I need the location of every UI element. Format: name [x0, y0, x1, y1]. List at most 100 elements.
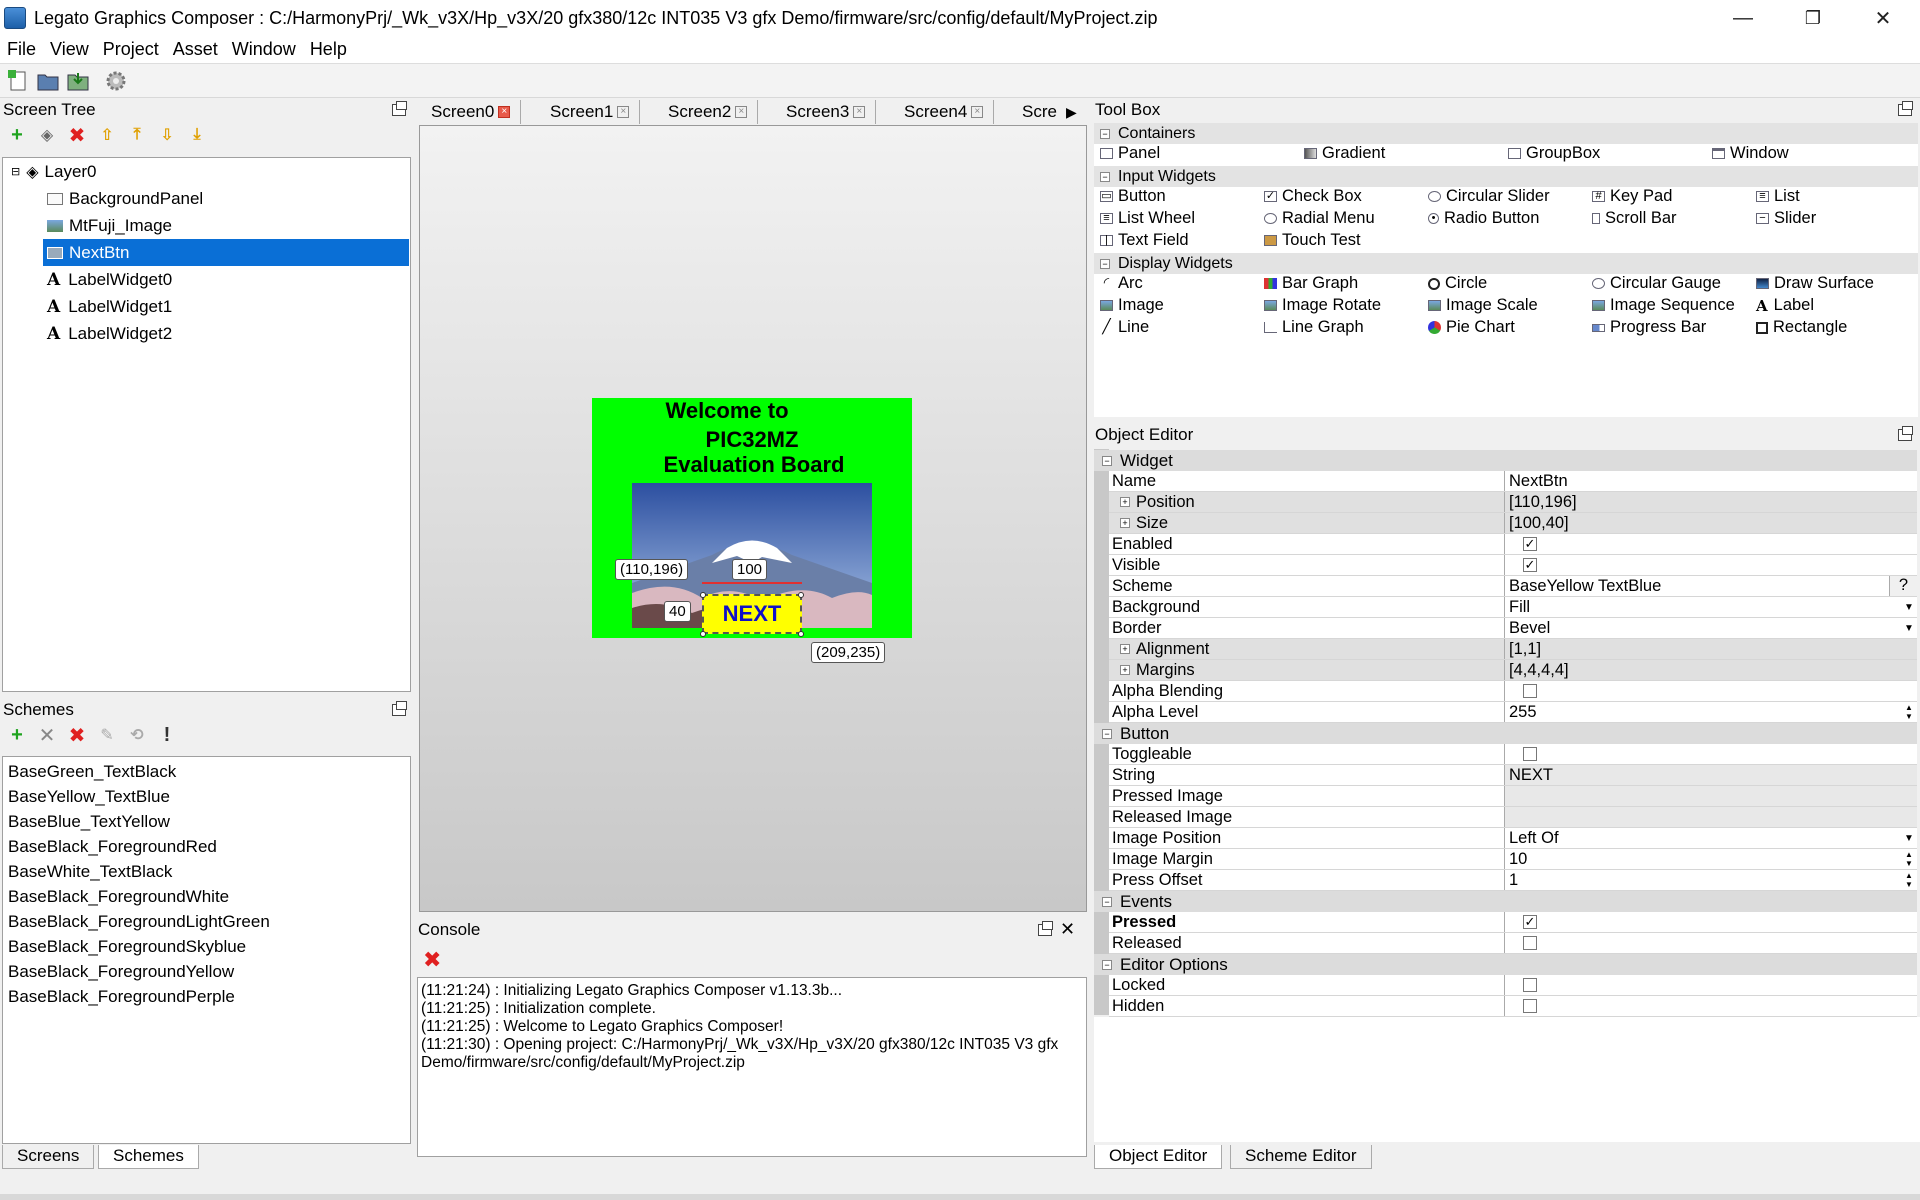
- released-event-checkbox[interactable]: [1523, 936, 1537, 950]
- tool-groupbox[interactable]: GroupBox: [1508, 144, 1600, 163]
- menu-file[interactable]: File: [0, 39, 43, 60]
- tool-progress-bar[interactable]: Progress Bar: [1592, 318, 1706, 337]
- resize-handle[interactable]: [700, 592, 706, 598]
- collapse-icon[interactable]: −: [1102, 455, 1112, 466]
- close-tab-icon[interactable]: ×: [617, 106, 630, 118]
- float-panel-icon[interactable]: [392, 701, 407, 716]
- pressed-event-checkbox[interactable]: ✓: [1523, 915, 1537, 929]
- scheme-item[interactable]: BaseWhite_TextBlack: [3, 859, 410, 884]
- move-top-icon[interactable]: ⤒: [126, 126, 148, 144]
- float-panel-icon[interactable]: [392, 101, 407, 116]
- tool-radio-button[interactable]: • Radio Button: [1428, 209, 1539, 228]
- collapse-icon[interactable]: −: [1102, 728, 1112, 739]
- tab-screen1[interactable]: Screen1 ×: [540, 100, 641, 124]
- scheme-item[interactable]: BaseBlack_ForegroundYellow: [3, 959, 410, 984]
- collapse-icon[interactable]: −: [1102, 959, 1112, 970]
- tab-screen5[interactable]: Scre: [1012, 100, 1067, 124]
- tool-text-field[interactable]: | Text Field: [1100, 231, 1189, 250]
- new-project-icon[interactable]: [6, 69, 30, 93]
- menu-window[interactable]: Window: [225, 39, 303, 60]
- open-project-icon[interactable]: [36, 69, 60, 93]
- tree-item-selected[interactable]: NextBtn: [43, 239, 409, 266]
- scheme-item[interactable]: BaseBlack_ForegroundWhite: [3, 884, 410, 909]
- tree-item[interactable]: A LabelWidget0: [3, 266, 410, 293]
- tool-panel[interactable]: Panel: [1100, 144, 1160, 163]
- tree-item[interactable]: BackgroundPanel: [3, 185, 410, 212]
- label-widget-1[interactable]: PIC32MZ: [592, 428, 912, 452]
- section-input-widgets[interactable]: − Input Widgets: [1094, 166, 1918, 187]
- dropdown-arrow-icon[interactable]: ▼: [1901, 623, 1917, 634]
- collapse-icon[interactable]: −: [1100, 171, 1110, 182]
- minimize-button[interactable]: —: [1708, 0, 1778, 36]
- section-display-widgets[interactable]: − Display Widgets: [1094, 253, 1918, 274]
- tab-scheme-editor[interactable]: Scheme Editor: [1230, 1145, 1372, 1169]
- enabled-checkbox[interactable]: ✓: [1523, 537, 1537, 551]
- background-select[interactable]: Fill: [1509, 598, 1530, 617]
- section-editor-options[interactable]: − Editor Options: [1094, 954, 1917, 975]
- move-up-icon[interactable]: ⇧: [96, 125, 118, 145]
- tool-draw-surface[interactable]: Draw Surface: [1756, 274, 1874, 293]
- menu-view[interactable]: View: [43, 39, 96, 60]
- tool-bar-graph[interactable]: Bar Graph: [1264, 274, 1358, 293]
- move-down-icon[interactable]: ⇩: [156, 125, 178, 145]
- tool-scroll-bar[interactable]: Scroll Bar: [1592, 209, 1677, 228]
- tool-circular-slider[interactable]: Circular Slider: [1428, 187, 1550, 206]
- scheme-value[interactable]: BaseYellow TextBlue: [1509, 577, 1661, 596]
- resize-handle[interactable]: [798, 592, 804, 598]
- collapse-icon[interactable]: −: [1100, 258, 1110, 269]
- dropdown-arrow-icon[interactable]: ▼: [1901, 602, 1917, 613]
- copy-scheme-icon[interactable]: ⟲: [126, 725, 148, 745]
- scheme-item[interactable]: BaseBlack_ForegroundRed: [3, 834, 410, 859]
- label-widget-2[interactable]: Evaluation Board: [592, 453, 912, 477]
- tool-line[interactable]: ╱ Line: [1100, 318, 1149, 337]
- section-containers[interactable]: − Containers: [1094, 123, 1918, 144]
- move-bottom-icon[interactable]: ⤓: [186, 126, 208, 144]
- locked-checkbox[interactable]: [1523, 978, 1537, 992]
- expand-icon[interactable]: +: [1120, 644, 1130, 654]
- tool-image-sequence[interactable]: Image Sequence: [1592, 296, 1735, 315]
- settings-gear-icon[interactable]: [104, 69, 128, 93]
- tool-checkbox[interactable]: ✓ Check Box: [1264, 187, 1362, 206]
- scheme-item[interactable]: BaseGreen_TextBlack: [3, 759, 410, 784]
- menu-asset[interactable]: Asset: [166, 39, 225, 60]
- scheme-item[interactable]: BaseBlack_ForegroundPerple: [3, 984, 410, 1009]
- scheme-item[interactable]: BaseBlue_TextYellow: [3, 809, 410, 834]
- tool-rectangle[interactable]: Rectangle: [1756, 318, 1847, 337]
- tab-schemes[interactable]: Schemes: [98, 1145, 199, 1169]
- close-tab-icon[interactable]: ×: [853, 106, 866, 118]
- clear-console-icon[interactable]: ✖: [423, 947, 441, 973]
- label-widget-0[interactable]: Welcome to: [592, 398, 912, 424]
- restore-button[interactable]: ❐: [1778, 0, 1848, 36]
- tool-button[interactable]: ▭ Button: [1100, 187, 1166, 206]
- tab-scroll-right-icon[interactable]: ▶: [1066, 100, 1086, 124]
- float-panel-icon[interactable]: [1898, 426, 1913, 441]
- image-position-select[interactable]: Left Of: [1509, 829, 1559, 848]
- spinner-icon[interactable]: ▲ ▼: [1901, 871, 1917, 889]
- resize-handle[interactable]: [798, 631, 804, 637]
- tool-list[interactable]: ≡ List: [1756, 187, 1800, 206]
- delete-icon[interactable]: ✖: [66, 123, 88, 148]
- collapse-icon[interactable]: ⊟: [11, 165, 20, 178]
- tool-line-graph[interactable]: Line Graph: [1264, 318, 1364, 337]
- tool-circular-gauge[interactable]: Circular Gauge: [1592, 274, 1721, 293]
- tool-list-wheel[interactable]: ≡ List Wheel: [1100, 209, 1195, 228]
- tool-pie-chart[interactable]: Pie Chart: [1428, 318, 1515, 337]
- scheme-item[interactable]: BaseBlack_ForegroundSkyblue: [3, 934, 410, 959]
- expand-icon[interactable]: +: [1120, 518, 1130, 528]
- tool-touch-test[interactable]: Touch Test: [1264, 231, 1361, 250]
- tool-gradient[interactable]: Gradient: [1304, 144, 1385, 163]
- pressed-image-value[interactable]: [1505, 786, 1917, 806]
- close-tab-icon[interactable]: ×: [971, 106, 984, 118]
- save-project-icon[interactable]: [66, 69, 90, 93]
- section-events[interactable]: − Events: [1094, 891, 1917, 912]
- background-panel-widget[interactable]: Welcome to PIC32MZ Evaluation Board NEXT: [592, 398, 912, 638]
- next-button-widget[interactable]: NEXT: [702, 594, 802, 634]
- tool-circle[interactable]: Circle: [1428, 274, 1487, 293]
- tool-image[interactable]: Image: [1100, 296, 1164, 315]
- layer-icon[interactable]: ◈: [36, 125, 58, 145]
- tab-screen2[interactable]: Screen2 ×: [658, 100, 759, 124]
- image-margin-input[interactable]: 10: [1509, 850, 1527, 869]
- remove-scheme-icon[interactable]: ✕: [36, 723, 58, 748]
- edit-scheme-icon[interactable]: ✎: [96, 725, 118, 745]
- toggleable-checkbox[interactable]: [1523, 747, 1537, 761]
